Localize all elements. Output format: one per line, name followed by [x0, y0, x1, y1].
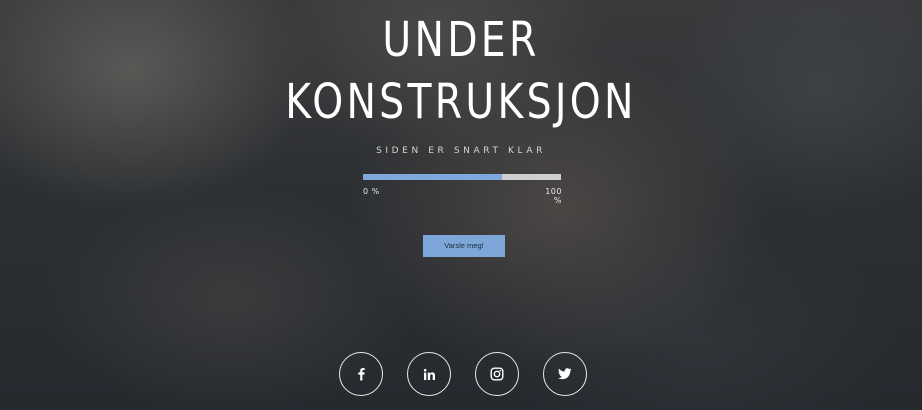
- instagram-link[interactable]: [475, 352, 519, 396]
- page-subtitle: SIDEN ER SNART KLAR: [376, 146, 546, 156]
- linkedin-link[interactable]: [407, 352, 451, 396]
- facebook-icon: [355, 367, 367, 381]
- facebook-link[interactable]: [339, 352, 383, 396]
- twitter-link[interactable]: [543, 352, 587, 396]
- progress-end-label: 100 %: [545, 187, 562, 205]
- progress-bar-fill: [363, 174, 502, 180]
- linkedin-icon: [423, 368, 436, 381]
- twitter-icon: [558, 368, 572, 380]
- notify-me-button[interactable]: Varsle meg!: [423, 235, 505, 257]
- page-title-line-2: KONSTRUKSJON: [285, 74, 637, 130]
- progress-start-label: 0 %: [363, 187, 380, 196]
- progress-bar: [363, 174, 561, 180]
- instagram-icon: [490, 367, 504, 381]
- page-title-line-1: UNDER: [382, 12, 540, 68]
- hero-section: UNDER KONSTRUKSJON SIDEN ER SNART KLAR 0…: [0, 0, 922, 410]
